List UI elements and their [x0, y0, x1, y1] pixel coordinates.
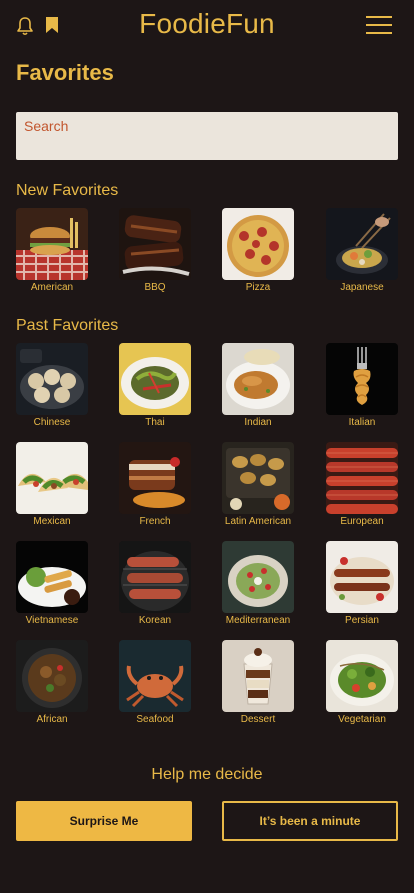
tile-label: Mexican [33, 516, 71, 527]
food-photo [326, 208, 398, 280]
favorite-tile-korean[interactable]: Korean [119, 541, 191, 631]
tile-label: Seafood [136, 714, 174, 725]
favorite-tile-bbq[interactable]: BBQ [119, 208, 191, 298]
tile-label: European [340, 516, 384, 527]
tile-label: Chinese [33, 417, 71, 428]
favorite-tile-french[interactable]: French [119, 442, 191, 532]
food-photo [119, 208, 191, 280]
tile-label: Dessert [240, 714, 276, 725]
food-photo [16, 640, 88, 712]
favorite-tile-japanese[interactable]: Japanese [326, 208, 398, 298]
food-photo [16, 541, 88, 613]
tile-label: Pizza [245, 282, 271, 293]
food-photo [326, 640, 398, 712]
favorite-tile-indian[interactable]: Indian [222, 343, 294, 433]
tile-label: African [36, 714, 68, 725]
food-photo [16, 442, 88, 514]
favorite-tile-latin-american[interactable]: Latin American [222, 442, 294, 532]
tile-label: American [30, 282, 74, 293]
tile-label: French [139, 516, 171, 527]
tile-label: BBQ [144, 282, 166, 293]
search-box[interactable] [16, 112, 398, 160]
favorite-tile-dessert[interactable]: Dessert [222, 640, 294, 730]
page-title: Favorites [16, 60, 114, 85]
food-photo [326, 541, 398, 613]
its-been-a-minute-button[interactable]: It’s been a minute [222, 801, 398, 841]
favorite-tile-italian[interactable]: Italian [326, 343, 398, 433]
tile-label: Japanese [340, 282, 384, 293]
tile-label: Latin American [224, 516, 292, 527]
surprise-me-button[interactable]: Surprise Me [16, 801, 192, 841]
tile-label: Persian [345, 615, 379, 626]
favorite-tile-pizza[interactable]: Pizza [222, 208, 294, 298]
search-input[interactable] [24, 118, 390, 134]
food-photo [119, 343, 191, 415]
favorite-tile-thai[interactable]: Thai [119, 343, 191, 433]
top-bar: FoodieFun [0, 0, 414, 52]
app-title: FoodieFun [139, 8, 275, 39]
favorite-tile-vietnamese[interactable]: Vietnamese [16, 541, 88, 631]
food-photo [119, 640, 191, 712]
tile-label: Mediterranean [225, 615, 291, 626]
hamburger-menu-icon[interactable] [366, 14, 392, 36]
favorite-tile-european[interactable]: European [326, 442, 398, 532]
food-photo [222, 208, 294, 280]
food-photo [222, 640, 294, 712]
food-photo [16, 343, 88, 415]
food-photo [222, 442, 294, 514]
new-favorites-heading: New Favorites [16, 182, 119, 199]
food-photo [326, 343, 398, 415]
tile-label: Italian [348, 417, 376, 428]
food-photo [326, 442, 398, 514]
favorite-tile-mexican[interactable]: Mexican [16, 442, 88, 532]
favorite-tile-seafood[interactable]: Seafood [119, 640, 191, 730]
favorite-tile-vegetarian[interactable]: Vegetarian [326, 640, 398, 730]
help-me-decide-heading: Help me decide [151, 766, 263, 783]
tile-label: Vegetarian [338, 714, 386, 725]
favorite-tile-american[interactable]: American [16, 208, 88, 298]
favorite-tile-african[interactable]: African [16, 640, 88, 730]
food-photo [119, 541, 191, 613]
tile-label: Thai [145, 417, 165, 428]
food-photo [222, 343, 294, 415]
past-favorites-heading: Past Favorites [16, 317, 119, 334]
favorite-tile-persian[interactable]: Persian [326, 541, 398, 631]
tile-label: Korean [138, 615, 172, 626]
tile-label: Vietnamese [25, 615, 79, 626]
favorite-tile-mediterranean[interactable]: Mediterranean [222, 541, 294, 631]
food-photo [119, 442, 191, 514]
food-photo [16, 208, 88, 280]
tile-label: Indian [244, 417, 272, 428]
food-photo [222, 541, 294, 613]
favorite-tile-chinese[interactable]: Chinese [16, 343, 88, 433]
